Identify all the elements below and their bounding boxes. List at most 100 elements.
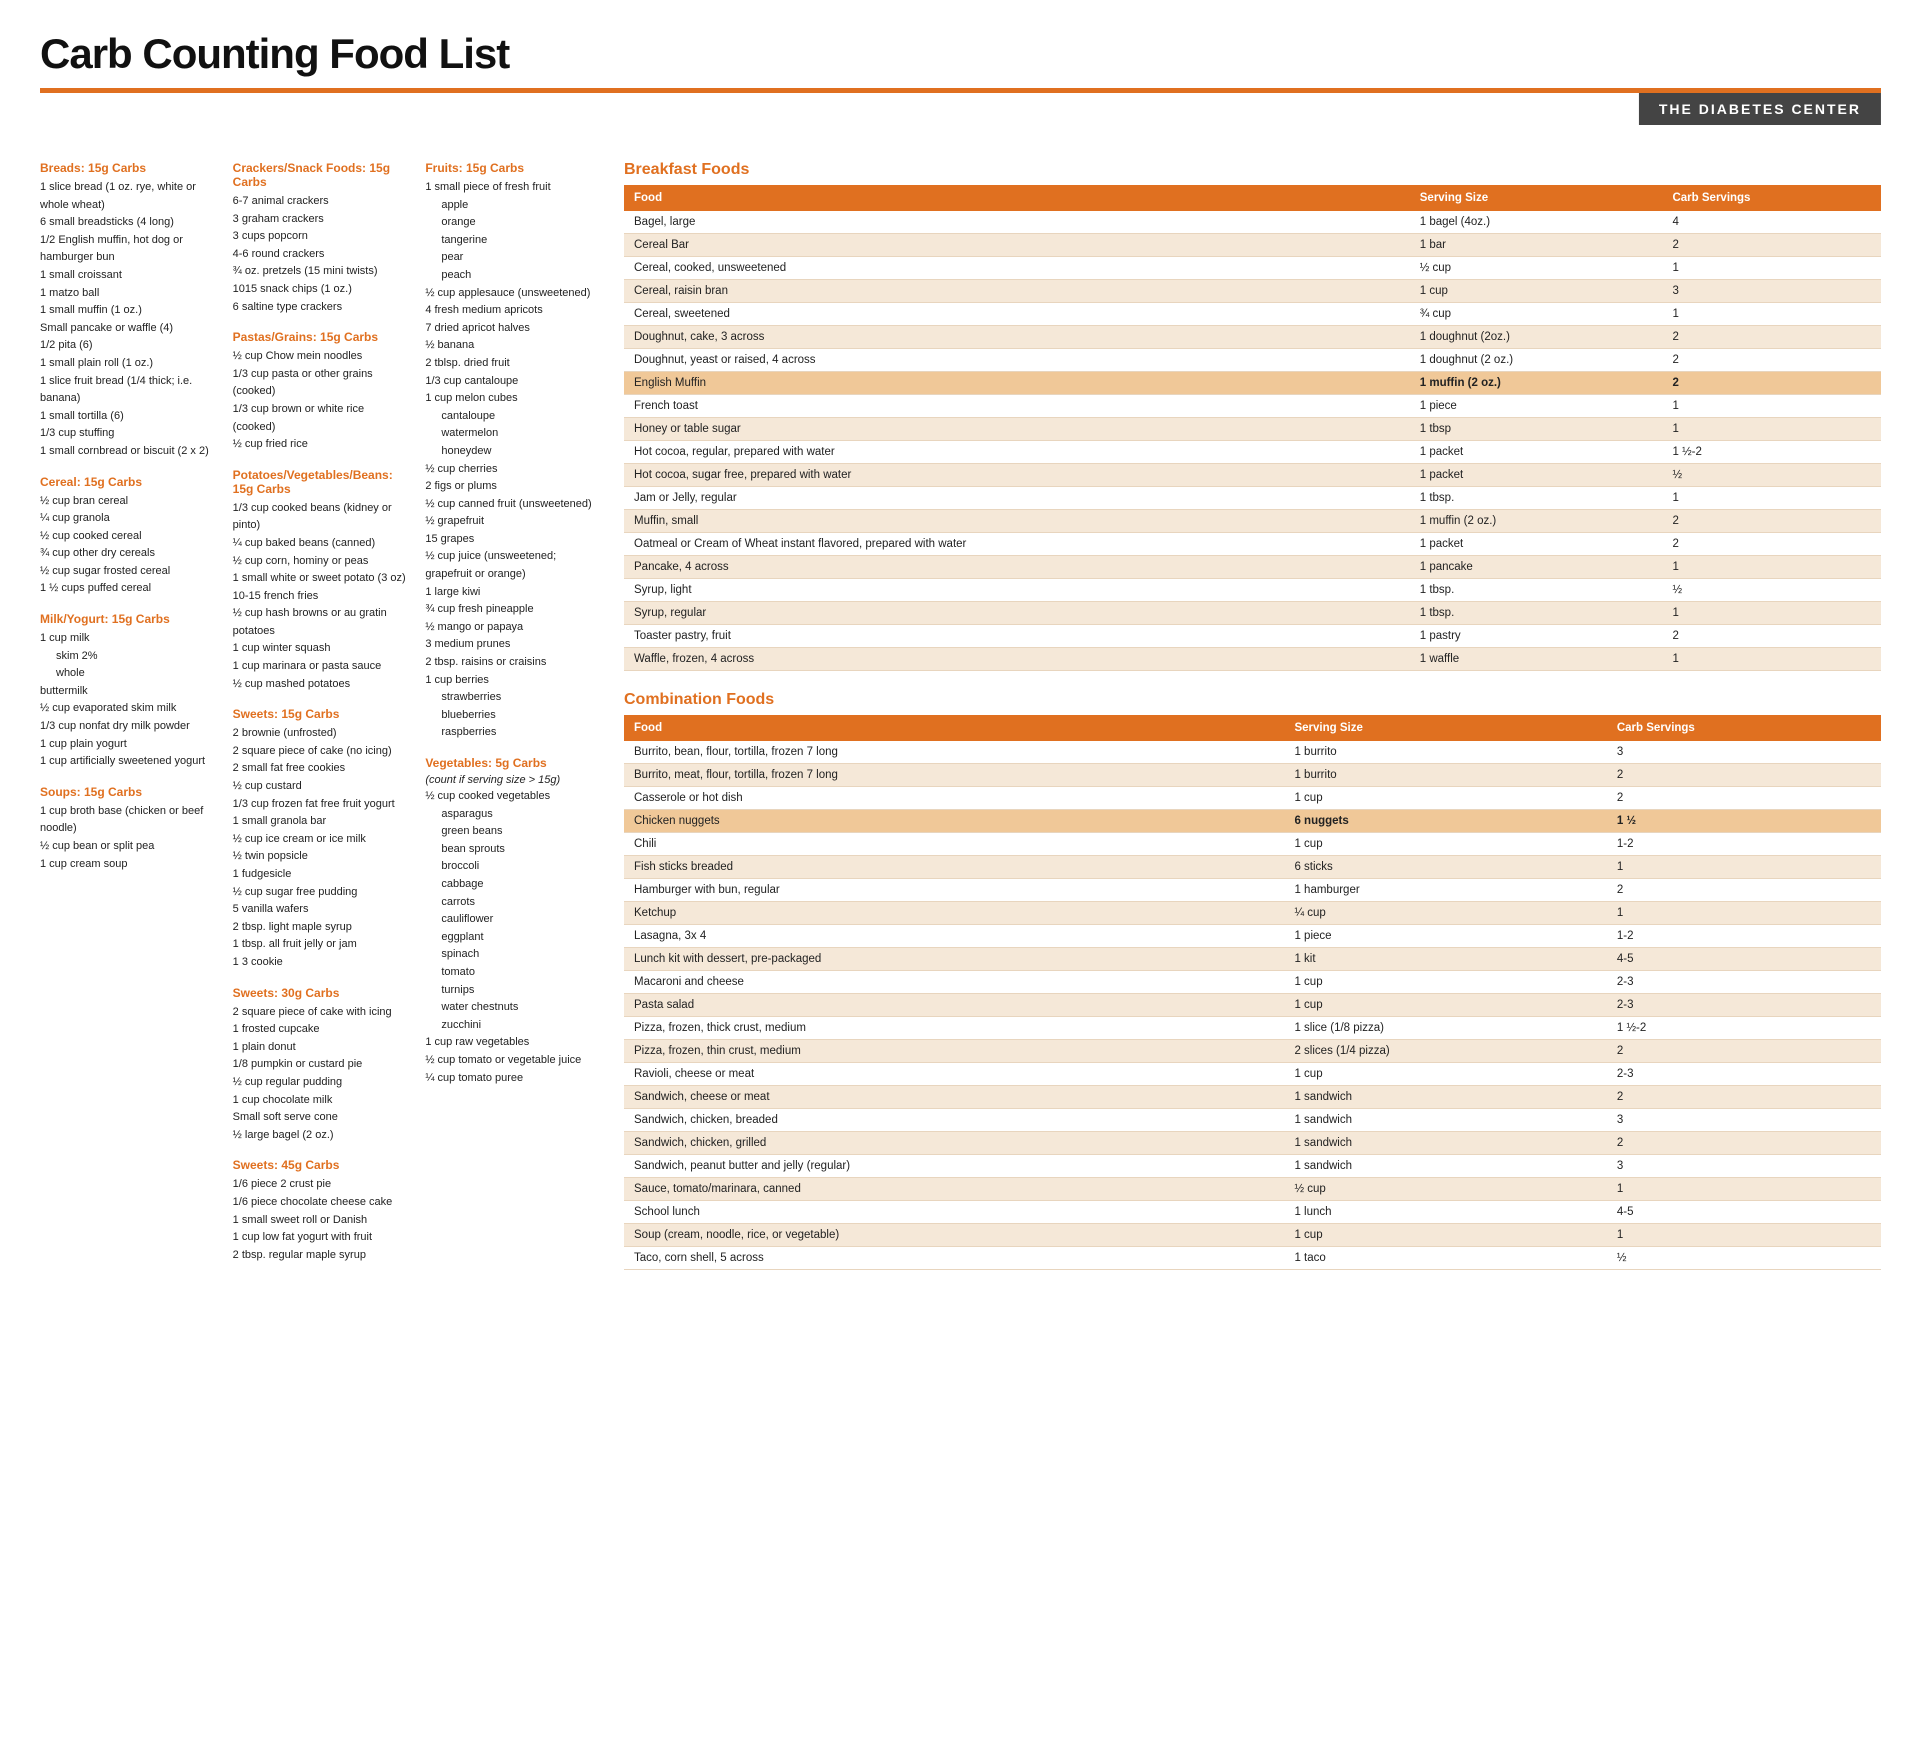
section-list: 1/3 cup cooked beans (kidney or pinto)¼ …	[233, 500, 408, 694]
table-cell: 2	[1662, 234, 1881, 257]
table-cell: 3	[1662, 280, 1881, 303]
col-carbs: Carb Servings	[1607, 715, 1881, 741]
table-cell: 1	[1607, 856, 1881, 879]
table-cell: ¼ cup	[1284, 902, 1606, 925]
table-row: Waffle, frozen, 4 across1 waffle1	[624, 648, 1881, 671]
table-cell: Ravioli, cheese or meat	[624, 1063, 1284, 1086]
list-item: 1/2 English muffin, hot dog or hamburger…	[40, 232, 215, 267]
list-item: 1 cup cream soup	[40, 856, 215, 874]
table-cell: Cereal, raisin bran	[624, 280, 1410, 303]
left-grid: Breads: 15g Carbs 1 slice bread (1 oz. ry…	[40, 161, 600, 1264]
list-item: tangerine	[425, 232, 600, 250]
section-list: 1 slice bread (1 oz. rye, white or whole…	[40, 179, 215, 461]
table-row: Cereal, cooked, unsweetened½ cup1	[624, 257, 1881, 280]
table-row: Hot cocoa, regular, prepared with water1…	[624, 441, 1881, 464]
table-cell: Ketchup	[624, 902, 1284, 925]
table-cell: Pancake, 4 across	[624, 556, 1410, 579]
table-cell: Burrito, bean, flour, tortilla, frozen 7…	[624, 741, 1284, 764]
list-item: 1/3 cup stuffing	[40, 425, 215, 443]
table-cell: Sauce, tomato/marinara, canned	[624, 1178, 1284, 1201]
table-cell: 1 ½-2	[1662, 441, 1881, 464]
list-item: raspberries	[425, 724, 600, 742]
table-cell: 2-3	[1607, 994, 1881, 1017]
table-cell: 1 doughnut (2oz.)	[1410, 326, 1663, 349]
section-title: Breads: 15g Carbs	[40, 161, 215, 175]
table-cell: 3	[1607, 741, 1881, 764]
table-cell: ½	[1607, 1247, 1881, 1270]
section-title: Vegetables: 5g Carbs	[425, 756, 600, 770]
section-list: 2 brownie (unfrosted)2 square piece of c…	[233, 725, 408, 971]
table-row: Hot cocoa, sugar free, prepared with wat…	[624, 464, 1881, 487]
table-cell: 1 lunch	[1284, 1201, 1606, 1224]
list-item: 1/6 piece chocolate cheese cake	[233, 1194, 408, 1212]
table-row: Sandwich, cheese or meat1 sandwich2	[624, 1086, 1881, 1109]
table-row: Macaroni and cheese1 cup2-3	[624, 971, 1881, 994]
table-row: Fish sticks breaded6 sticks1	[624, 856, 1881, 879]
list-item: ½ cup bean or split pea	[40, 838, 215, 856]
table-cell: 6 sticks	[1284, 856, 1606, 879]
table-cell: 1 muffin (2 oz.)	[1410, 510, 1663, 533]
breakfast-title: Breakfast Foods	[624, 161, 1881, 179]
table-cell: 1	[1662, 257, 1881, 280]
table-row: Syrup, light1 tbsp.½	[624, 579, 1881, 602]
table-cell: School lunch	[624, 1201, 1284, 1224]
table-cell: 2	[1607, 787, 1881, 810]
list-item: 1 small white or sweet potato (3 oz)	[233, 570, 408, 588]
list-item: 3 graham crackers	[233, 211, 408, 229]
col-carbs: Carb Servings	[1662, 185, 1881, 211]
list-item: 7 dried apricot halves	[425, 320, 600, 338]
list-item: 2 small fat free cookies	[233, 760, 408, 778]
table-cell: English Muffin	[624, 372, 1410, 395]
table-row: Pizza, frozen, thick crust, medium1 slic…	[624, 1017, 1881, 1040]
list-item: zucchini	[425, 1017, 600, 1035]
list-item: 1 small muffin (1 oz.)	[40, 302, 215, 320]
col2: Crackers/Snack Foods: 15g Carbs6-7 anima…	[233, 161, 408, 1264]
table-cell: French toast	[624, 395, 1410, 418]
table-cell: Honey or table sugar	[624, 418, 1410, 441]
table-row: Toaster pastry, fruit1 pastry2	[624, 625, 1881, 648]
list-item: 1 slice bread (1 oz. rye, white or whole…	[40, 179, 215, 214]
table-cell: 1 burrito	[1284, 741, 1606, 764]
table-cell: 1 bagel (4oz.)	[1410, 211, 1663, 234]
table-cell: Lunch kit with dessert, pre-packaged	[624, 948, 1284, 971]
table-cell: ½ cup	[1410, 257, 1663, 280]
table-cell: Sandwich, chicken, grilled	[624, 1132, 1284, 1155]
table-cell: 4-5	[1607, 948, 1881, 971]
table-cell: 3	[1607, 1155, 1881, 1178]
list-item: ½ cup fried rice	[233, 436, 408, 454]
list-item: 2 square piece of cake (no icing)	[233, 743, 408, 761]
list-item: 1 cup berries	[425, 672, 600, 690]
list-item: ½ large bagel (2 oz.)	[233, 1127, 408, 1145]
left-column: Breads: 15g Carbs 1 slice bread (1 oz. ry…	[40, 161, 600, 1264]
list-item: ½ cup Chow mein noodles	[233, 348, 408, 366]
list-item: 1 small sweet roll or Danish	[233, 1212, 408, 1230]
section-list: 2 square piece of cake with icing1 frost…	[233, 1004, 408, 1145]
table-cell: Hot cocoa, sugar free, prepared with wat…	[624, 464, 1410, 487]
table-row: Lasagna, 3x 41 piece1-2	[624, 925, 1881, 948]
table-row: Sandwich, peanut butter and jelly (regul…	[624, 1155, 1881, 1178]
table-cell: 1 tbsp.	[1410, 579, 1663, 602]
list-item: watermelon	[425, 425, 600, 443]
table-cell: 4	[1662, 211, 1881, 234]
table-row: Burrito, meat, flour, tortilla, frozen 7…	[624, 764, 1881, 787]
table-cell: 1 cup	[1284, 833, 1606, 856]
list-item: 1/3 cup pasta or other grains (cooked)	[233, 366, 408, 401]
table-cell: Syrup, regular	[624, 602, 1410, 625]
list-item: 5 vanilla wafers	[233, 901, 408, 919]
table-cell: Waffle, frozen, 4 across	[624, 648, 1410, 671]
list-item: 1 plain donut	[233, 1039, 408, 1057]
table-cell: ½	[1662, 464, 1881, 487]
list-item: asparagus	[425, 806, 600, 824]
table-cell: 1 bar	[1410, 234, 1663, 257]
table-row: Syrup, regular1 tbsp.1	[624, 602, 1881, 625]
table-row: Jam or Jelly, regular1 tbsp.1	[624, 487, 1881, 510]
table-cell: 1 tbsp	[1410, 418, 1663, 441]
table-cell: 1 cup	[1410, 280, 1663, 303]
table-row: Sauce, tomato/marinara, canned½ cup1	[624, 1178, 1881, 1201]
table-row: Ketchup¼ cup1	[624, 902, 1881, 925]
table-cell: 1	[1662, 395, 1881, 418]
list-item: 1/6 piece 2 crust pie	[233, 1176, 408, 1194]
table-cell: 1 sandwich	[1284, 1132, 1606, 1155]
table-cell: Sandwich, chicken, breaded	[624, 1109, 1284, 1132]
table-cell: 2	[1662, 533, 1881, 556]
